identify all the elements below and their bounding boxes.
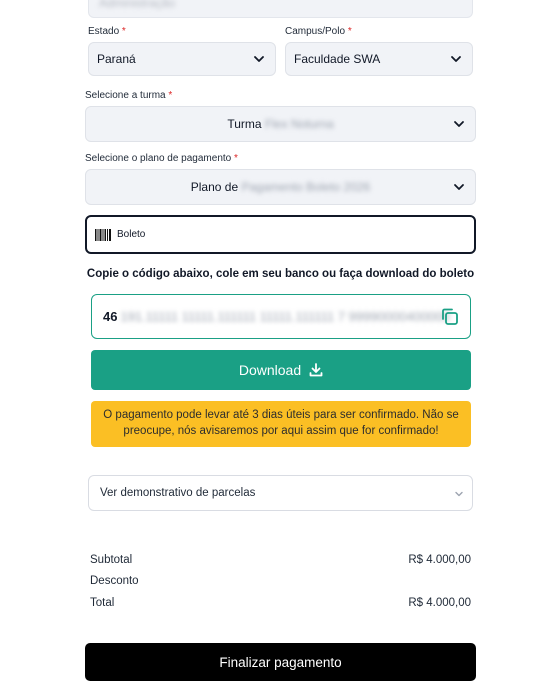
chevron-down-icon: [454, 184, 464, 190]
subtotal-label: Subtotal: [90, 554, 133, 566]
estado-label: Estado *: [88, 26, 126, 37]
plano-value-hidden: Pagamento Boleto 2026: [241, 180, 371, 194]
desconto-row: Desconto: [90, 575, 471, 587]
plano-label: Selecione o plano de pagamento *: [85, 153, 238, 164]
boleto-code-hidden: 191.11111 11111.111111 11111.111111 7 99…: [120, 309, 450, 324]
plano-select[interactable]: Plano de Pagamento Boleto 2026: [85, 169, 476, 205]
turma-value-hidden: Flex Noturna: [264, 117, 334, 131]
boleto-code-prefix: 46: [103, 309, 118, 324]
total-label: Total: [90, 597, 115, 609]
parcelas-label: Ver demonstrativo de parcelas: [100, 487, 256, 499]
course-field-value: Administração: [99, 0, 176, 10]
chevron-down-icon: [455, 491, 463, 497]
boleto-code-field[interactable]: 46 191.11111 11111.111111 11111.111111 7…: [91, 294, 471, 339]
finalizar-label: Finalizar pagamento: [219, 654, 342, 670]
turma-value: Turma Flex Noturna: [227, 117, 334, 131]
estado-select[interactable]: Paraná: [88, 42, 276, 76]
total-row: Total R$ 4.000,00: [90, 597, 471, 609]
campus-select[interactable]: Faculdade SWA: [285, 42, 473, 76]
parcelas-accordion[interactable]: Ver demonstrativo de parcelas: [88, 475, 473, 511]
download-label: Download: [238, 362, 302, 378]
campus-value: Faculdade SWA: [294, 52, 381, 66]
payment-method-label: Boleto: [117, 229, 146, 240]
subtotal-row: Subtotal R$ 4.000,00: [90, 554, 471, 566]
payment-method-boleto[interactable]: Boleto: [85, 215, 476, 254]
chevron-down-icon: [454, 121, 464, 127]
copy-icon[interactable]: [440, 307, 459, 326]
copy-instructions: Copie o código abaixo, cole em seu banco…: [86, 268, 475, 280]
turma-label: Selecione a turma *: [85, 90, 173, 101]
download-button[interactable]: Download: [91, 350, 471, 390]
total-value: R$ 4.000,00: [408, 597, 471, 609]
chevron-down-icon: [451, 56, 461, 62]
payment-notice-text: O pagamento pode levar até 3 dias úteis …: [103, 409, 459, 437]
payment-notice: O pagamento pode levar até 3 dias úteis …: [91, 401, 471, 447]
turma-select[interactable]: Turma Flex Noturna: [85, 106, 476, 142]
estado-value: Paraná: [97, 52, 136, 66]
download-icon: [309, 363, 323, 377]
course-field[interactable]: Administração: [88, 0, 473, 18]
subtotal-value: R$ 4.000,00: [408, 554, 471, 566]
campus-label: Campus/Polo *: [285, 26, 352, 37]
barcode-icon: [95, 228, 111, 241]
finalizar-pagamento-button[interactable]: Finalizar pagamento: [85, 643, 476, 681]
chevron-down-icon: [254, 56, 264, 62]
plano-value: Plano de Pagamento Boleto 2026: [190, 180, 371, 194]
desconto-label: Desconto: [90, 575, 139, 587]
